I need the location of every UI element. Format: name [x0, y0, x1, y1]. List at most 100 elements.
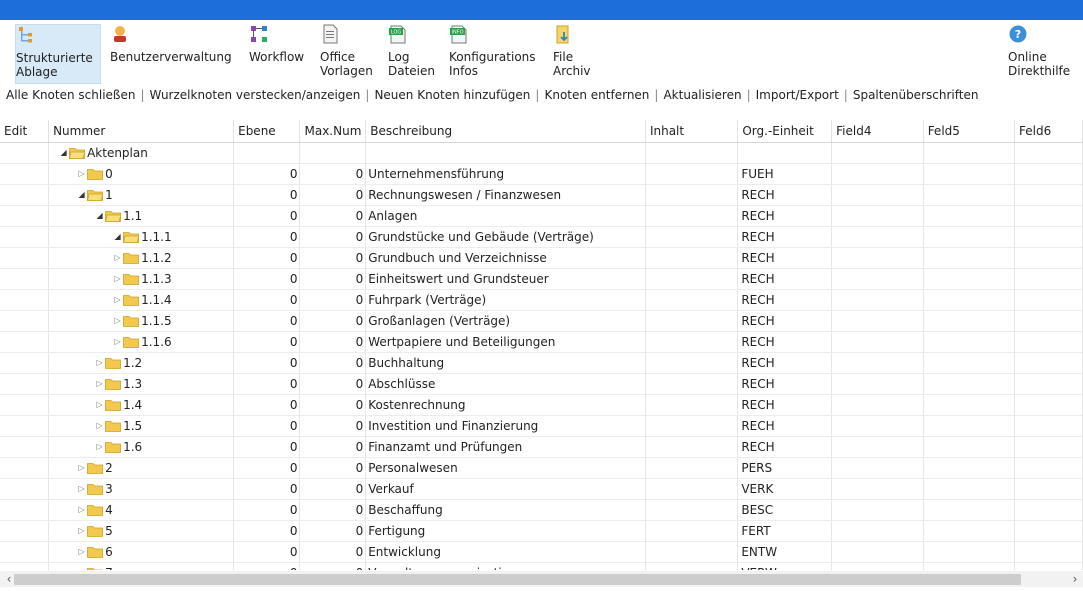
collapsed-arrow-icon[interactable]: ▷	[76, 505, 87, 514]
table-row[interactable]: ▷ 1.1.6 0 0 Wertpapiere und Beteiligungen REC…	[0, 331, 1083, 353]
toolbar-benutzerverwaltung-button[interactable]: Benutzerverwaltung	[110, 24, 238, 84]
nummer-cell[interactable]: ▷ 6	[48, 541, 235, 563]
table-row[interactable]: ▷ 0 0 0 Unternehmensführung FUEH	[0, 163, 1083, 185]
nummer-cell[interactable]: ▷ 4	[48, 499, 235, 521]
nummer-cell[interactable]: ▷7	[48, 562, 235, 570]
collapsed-arrow-icon[interactable]: ▷	[76, 526, 87, 535]
tree-node[interactable]: ▷ 1.1.2	[52, 248, 230, 268]
edit-cell[interactable]	[0, 478, 50, 500]
tree-node[interactable]: ▷ 1.3	[52, 374, 230, 394]
tree-node[interactable]: ▷ 2	[52, 458, 230, 478]
edit-cell[interactable]	[0, 247, 50, 269]
edit-cell[interactable]	[0, 142, 50, 164]
toolbar-konfigurations-infos-button[interactable]: INFO Konfigurations Infos	[449, 24, 543, 84]
refresh-link[interactable]: Aktualisieren	[663, 88, 741, 102]
table-row[interactable]: ▷ 1.1.3 0 0 Einheitswert und Grundsteuer RECH	[0, 268, 1083, 290]
nummer-cell[interactable]: ◢ 1.1	[48, 205, 235, 227]
collapsed-arrow-icon[interactable]: ▷	[76, 547, 87, 556]
column-header-inhalt[interactable]: Inhalt	[645, 120, 739, 143]
edit-cell[interactable]	[0, 205, 50, 227]
edit-cell[interactable]	[0, 520, 50, 542]
collapsed-arrow-icon[interactable]: ▷	[112, 253, 123, 262]
collapsed-arrow-icon[interactable]: ▷	[112, 274, 123, 283]
column-header-beschreibung[interactable]: Beschreibung	[365, 120, 646, 143]
edit-cell[interactable]	[0, 352, 50, 374]
table-row[interactable]: ▷ 1.1.4 0 0 Fuhrpark (Verträge) RECH	[0, 289, 1083, 311]
table-row[interactable]: ▷ 1.6 0 0 Finanzamt und Prüfungen RECH	[0, 436, 1083, 458]
tree-node[interactable]: ▷ 5	[52, 521, 230, 541]
collapsed-arrow-icon[interactable]: ▷	[94, 442, 105, 451]
nummer-cell[interactable]: ▷ 5	[48, 520, 235, 542]
expanded-arrow-icon[interactable]: ◢	[112, 232, 123, 241]
edit-cell[interactable]	[0, 226, 50, 248]
collapsed-arrow-icon[interactable]: ▷	[76, 169, 87, 178]
toolbar-strukturierte-ablage-button[interactable]: Strukturierte Ablage	[15, 24, 101, 84]
table-row[interactable]: ◢ 1.1.1 0 0 Grundstücke und Gebäude (Verträg…	[0, 226, 1083, 248]
expanded-arrow-icon[interactable]: ◢	[76, 190, 87, 199]
nummer-cell[interactable]: ◢ Aktenplan	[48, 142, 235, 164]
nummer-cell[interactable]: ▷ 0	[48, 163, 235, 185]
collapsed-arrow-icon[interactable]: ▷	[76, 463, 87, 472]
tree-node[interactable]: ▷ 1.1.5	[52, 311, 230, 331]
edit-cell[interactable]	[0, 289, 50, 311]
column-header-edit[interactable]: Edit	[0, 120, 50, 143]
column-header-field4[interactable]: Field4	[831, 120, 924, 143]
collapsed-arrow-icon[interactable]: ▷	[94, 400, 105, 409]
nummer-cell[interactable]: ▷ 1.6	[48, 436, 235, 458]
nummer-cell[interactable]: ◢ 1	[48, 184, 235, 206]
table-row[interactable]: ▷ 1.1.2 0 0 Grundbuch und Verzeichnisse RECH	[0, 247, 1083, 269]
scrollbar-thumb[interactable]	[14, 574, 1021, 585]
column-header-nummer[interactable]: Nummer	[48, 120, 235, 143]
edit-cell[interactable]	[0, 436, 50, 458]
nummer-cell[interactable]: ▷ 1.1.4	[48, 289, 235, 311]
edit-cell[interactable]	[0, 415, 50, 437]
edit-cell[interactable]	[0, 541, 50, 563]
tree-node[interactable]: ◢ 1	[52, 185, 230, 205]
toolbar-office-vorlagen-button[interactable]: Office Vorlagen	[320, 24, 376, 84]
column-header-feld5[interactable]: Feld5	[923, 120, 1016, 143]
edit-cell[interactable]	[0, 457, 50, 479]
edit-cell[interactable]	[0, 163, 50, 185]
scroll-right-arrow-icon[interactable]: ›	[1068, 572, 1082, 586]
tree-node[interactable]: ◢ 1.1.1	[52, 227, 230, 247]
collapsed-arrow-icon[interactable]: ▷	[94, 421, 105, 430]
collapsed-arrow-icon[interactable]: ▷	[94, 379, 105, 388]
table-row[interactable]: ◢ 1.1 0 0 Anlagen RECH	[0, 205, 1083, 227]
tree-node[interactable]: ▷ 1.1.4	[52, 290, 230, 310]
edit-cell[interactable]	[0, 184, 50, 206]
nummer-cell[interactable]: ◢ 1.1.1	[48, 226, 235, 248]
tree-node[interactable]: ▷ 0	[52, 164, 230, 184]
toolbar-file-archiv-button[interactable]: File Archiv	[553, 24, 599, 84]
horizontal-scrollbar[interactable]: ‹ ›	[0, 571, 1083, 587]
column-header-org-einheit[interactable]: Org.-Einheit	[737, 120, 833, 143]
remove-node-link[interactable]: Knoten entfernen	[544, 88, 649, 102]
tree-node[interactable]: ▷ 4	[52, 500, 230, 520]
import-export-link[interactable]: Import/Export	[756, 88, 839, 102]
edit-cell[interactable]	[0, 394, 50, 416]
nummer-cell[interactable]: ▷ 1.5	[48, 415, 235, 437]
nummer-cell[interactable]: ▷ 1.1.3	[48, 268, 235, 290]
edit-cell[interactable]	[0, 373, 50, 395]
table-row[interactable]: ▷ 2 0 0 Personalwesen PERS	[0, 457, 1083, 479]
edit-cell[interactable]	[0, 331, 50, 353]
add-node-link[interactable]: Neuen Knoten hinzufügen	[374, 88, 530, 102]
table-row[interactable]: ▷ 1.4 0 0 Kostenrechnung RECH	[0, 394, 1083, 416]
nummer-cell[interactable]: ▷ 1.4	[48, 394, 235, 416]
tree-node[interactable]: ▷ 1.5	[52, 416, 230, 436]
column-header-ebene[interactable]: Ebene	[233, 120, 301, 143]
expanded-arrow-icon[interactable]: ◢	[58, 148, 69, 157]
column-headers-link[interactable]: Spaltenüberschriften	[853, 88, 979, 102]
tree-node[interactable]: ▷7	[52, 563, 230, 570]
collapsed-arrow-icon[interactable]: ▷	[112, 316, 123, 325]
tree-node[interactable]: ◢ 1.1	[52, 206, 230, 226]
nummer-cell[interactable]: ▷ 1.1.6	[48, 331, 235, 353]
tree-node[interactable]: ◢ Aktenplan	[52, 143, 230, 163]
collapse-all-nodes-link[interactable]: Alle Knoten schließen	[6, 88, 135, 102]
collapsed-arrow-icon[interactable]: ▷	[76, 568, 87, 570]
edit-cell[interactable]	[0, 499, 50, 521]
edit-cell[interactable]	[0, 268, 50, 290]
tree-node[interactable]: ▷ 1.1.3	[52, 269, 230, 289]
table-row[interactable]: ▷ 1.2 0 0 Buchhaltung RECH	[0, 352, 1083, 374]
table-row[interactable]: ▷ 1.5 0 0 Investition und Finanzierung RECH	[0, 415, 1083, 437]
nummer-cell[interactable]: ▷ 2	[48, 457, 235, 479]
